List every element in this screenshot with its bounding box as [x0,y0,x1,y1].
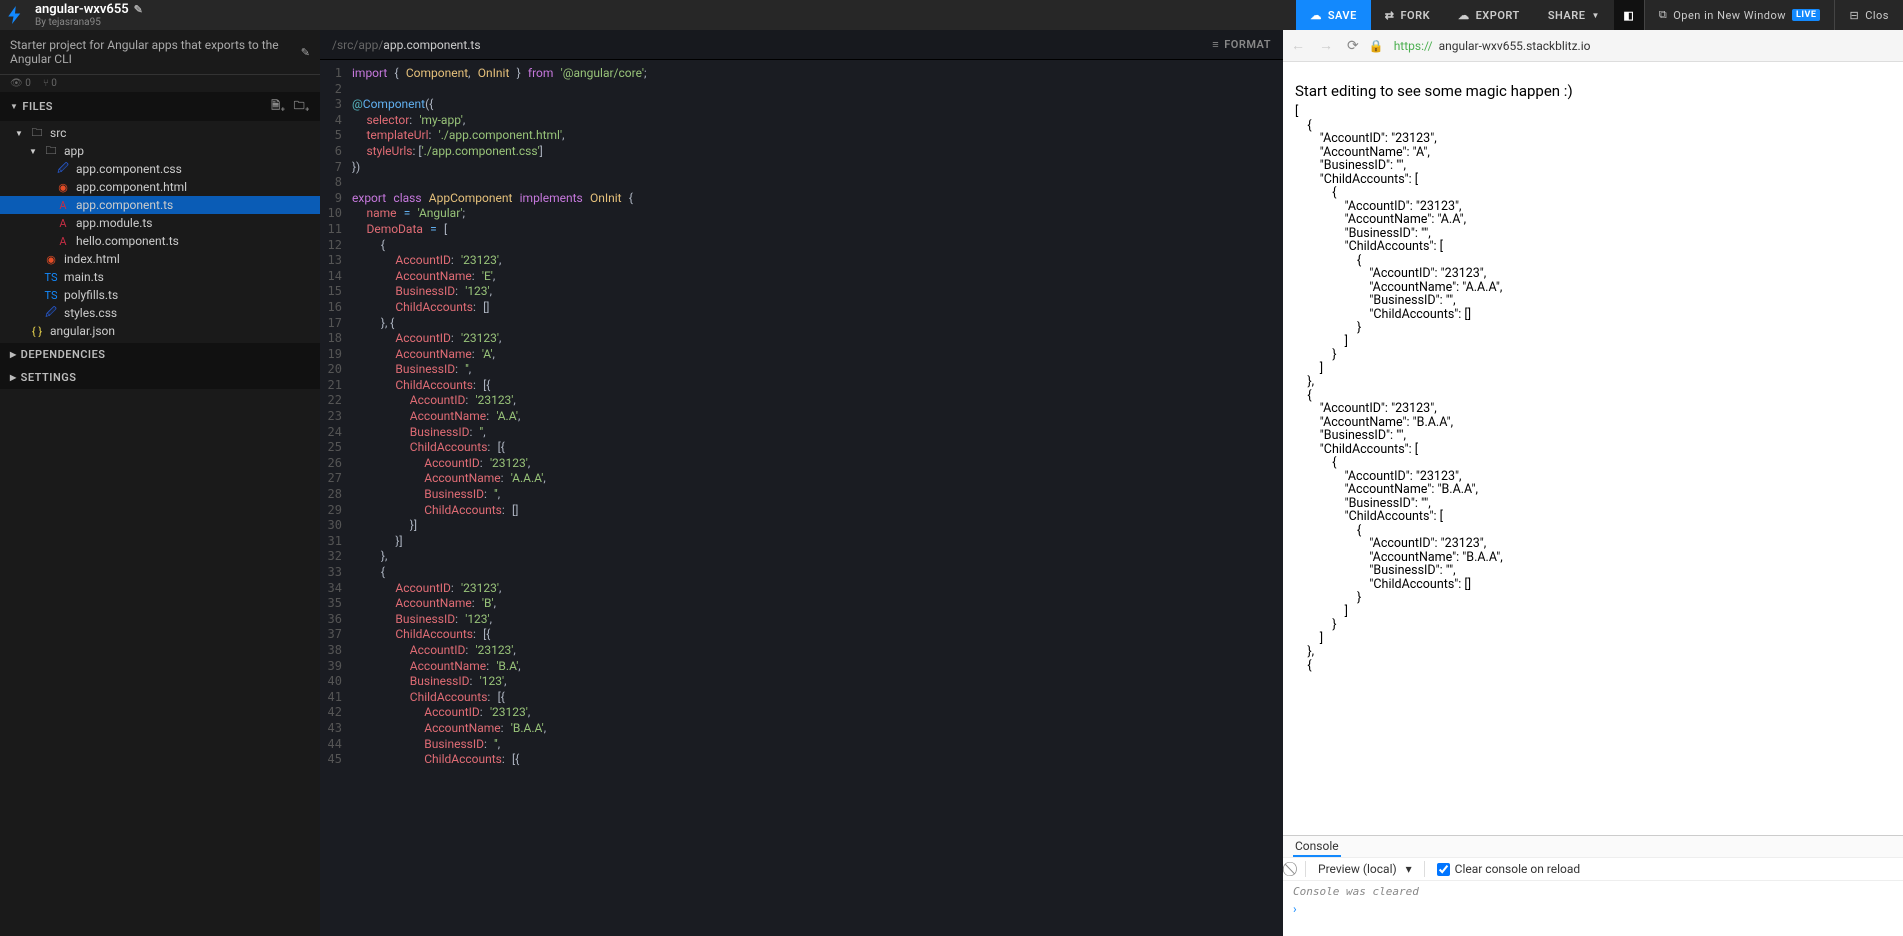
json-icon: { } [30,325,44,338]
project-description[interactable]: Starter project for Angular apps that ex… [10,38,295,66]
external-icon: ⧉ [1659,8,1667,22]
ts-icon: TS [44,271,58,284]
project-name[interactable]: angular-wxv655 [35,2,129,17]
format-button[interactable]: ≡ FORMAT [1212,38,1271,51]
settings-panel-header[interactable]: ▶ SETTINGS [0,366,320,389]
preview-pane: Start editing to see some magic happen :… [1283,62,1903,835]
share-button[interactable]: SHARE ▼ [1534,0,1614,30]
open-new-window-button[interactable]: ⧉ Open in New Window LIVE [1645,0,1835,30]
live-badge: LIVE [1792,9,1820,21]
console-source-select[interactable]: Preview (local) ▾ [1318,862,1412,876]
preview-heading: Start editing to see some magic happen :… [1295,85,1891,98]
nav-forward-icon[interactable]: → [1319,37,1333,54]
file-polyfills.ts[interactable]: TSpolyfills.ts [0,286,320,304]
tsA-icon: A [56,235,70,248]
lock-icon: 🔒 [1369,39,1384,53]
fork-button[interactable]: ⇄ FORK [1371,0,1444,30]
close-preview-button[interactable]: ⊟ Clos [1835,0,1903,30]
ts-icon: TS [44,289,58,302]
css-icon: 🖉 [56,160,70,179]
caret-right-icon: ▶ [10,350,17,359]
nav-reload-icon[interactable]: ⟳ [1347,38,1359,54]
folder-app[interactable]: ▼🗀app [0,142,320,160]
views-stat: 👁 0 [10,78,31,89]
folder-icon: 🗀 [44,142,58,161]
caret-right-icon: ▶ [10,373,17,382]
panel-icon: ⊟ [1849,9,1859,22]
address-bar[interactable]: https://angular-wxv655.stackblitz.io [1394,39,1895,53]
cloud-icon: ☁ [1310,9,1322,22]
html-icon: ◉ [44,253,58,266]
file-app.component.css[interactable]: 🖉app.component.css [0,160,320,178]
files-panel-header[interactable]: ▼ FILES 🗎₊ 🗀₊ [0,92,320,121]
save-button[interactable]: ☁ SAVE [1296,0,1370,30]
console-tab[interactable]: Console [1293,836,1341,857]
code-content[interactable]: import { Component, OnInit } from '@angu… [348,60,1283,936]
css-icon: 🖉 [44,304,58,323]
new-file-icon[interactable]: 🗎₊ [271,97,285,116]
breadcrumb-path: /src/app/ [332,38,383,52]
new-folder-icon[interactable]: 🗀₊ [294,97,310,116]
html-icon: ◉ [56,181,70,194]
preview-json-output: [ { "AccountID": "23123", "AccountName":… [1295,104,1503,673]
edit-desc-icon[interactable]: ✎ [301,46,310,59]
dependencies-panel-header[interactable]: ▶ DEPENDENCIES [0,343,320,366]
layout-icon: ◧ [1623,9,1634,22]
clear-on-reload-checkbox[interactable]: Clear console on reload [1437,862,1581,876]
code-editor[interactable]: 1 2 3 4 5 6 7 8 9 10 11 12 13 14 15 16 1… [320,60,1283,936]
fork-icon: ⇄ [1385,9,1395,22]
chevron-down-icon: ▼ [1591,11,1599,20]
file-hello.component.ts[interactable]: Ahello.component.ts [0,232,320,250]
console-prompt[interactable]: › [1283,902,1903,936]
folder-icon: 🗀 [30,124,44,143]
folder-src[interactable]: ▼🗀src [0,124,320,142]
tsA-icon: A [56,217,70,230]
file-index.html[interactable]: ◉index.html [0,250,320,268]
file-styles.css[interactable]: 🖉styles.css [0,304,320,322]
console-message: Console was cleared [1283,881,1903,902]
edit-name-icon[interactable]: ✎ [134,3,143,16]
nav-back-icon[interactable]: ← [1291,37,1305,54]
breadcrumb-file: app.component.ts [383,38,480,52]
file-angular.json[interactable]: { }angular.json [0,322,320,340]
file-app.module.ts[interactable]: Aapp.module.ts [0,214,320,232]
file-app.component.html[interactable]: ◉app.component.html [0,178,320,196]
caret-down-icon: ▼ [10,102,18,111]
forks-stat: ⑂ 0 [43,78,57,89]
project-author[interactable]: By tejasrana95 [35,17,143,28]
export-button[interactable]: ☁ EXPORT [1444,0,1534,30]
layout-toggle-button[interactable]: ◧ [1614,0,1644,30]
download-icon: ☁ [1458,9,1470,22]
file-app.component.ts[interactable]: Aapp.component.ts [0,196,320,214]
stackblitz-logo[interactable] [0,0,30,30]
tsA-icon: A [56,199,70,212]
format-icon: ≡ [1212,38,1219,51]
line-gutter: 1 2 3 4 5 6 7 8 9 10 11 12 13 14 15 16 1… [320,60,348,936]
file-main.ts[interactable]: TSmain.ts [0,268,320,286]
